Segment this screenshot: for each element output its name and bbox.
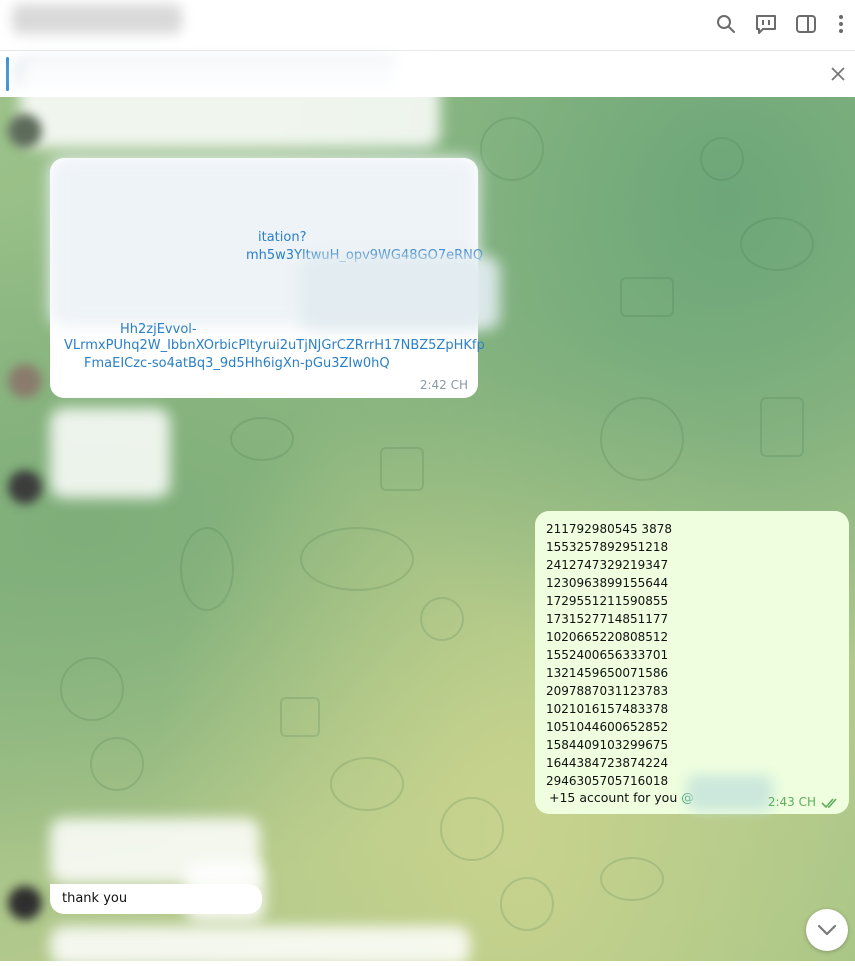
number-item: 1731527714851177 — [546, 612, 669, 626]
number-item: 1552400656333701 — [546, 648, 669, 662]
chat-header — [0, 0, 855, 51]
more-icon[interactable] — [829, 12, 853, 36]
outgoing-message[interactable]: 211792980545 3878 1553257892951218 24127… — [535, 511, 849, 814]
topics-icon[interactable] — [754, 12, 778, 36]
number-item: 2946305705716018 — [546, 774, 669, 788]
message-caption: +15 account for you @ — [549, 790, 694, 805]
link-line[interactable]: FmaEICzc-so4atBq3_9d5Hh6igXn-pGu3ZIw0hQ — [84, 354, 504, 373]
caption-text: +15 account for you — [549, 790, 678, 805]
avatar[interactable] — [8, 470, 42, 504]
number-item: 1051044600652852 — [546, 720, 669, 734]
number-item: 1644384723874224 — [546, 756, 669, 770]
number-item: 2097887031123783 — [546, 684, 669, 698]
link-line[interactable]: VLrmxPUhq2W_IbbnXOrbicPltyrui2uTjNJGrCZR… — [64, 336, 484, 355]
chat-title-blurred[interactable] — [12, 4, 182, 34]
mention-blurred — [687, 775, 773, 811]
number-item: 211792980545 3878 — [546, 522, 672, 536]
avatar[interactable] — [8, 886, 42, 920]
chevron-down-icon — [817, 924, 837, 936]
link-line[interactable]: itation? — [258, 228, 678, 247]
message-time: 2:42 CH — [419, 378, 468, 392]
blurred-image-message — [50, 408, 170, 498]
message-time: 2:43 CH — [767, 795, 816, 809]
search-icon[interactable] — [714, 12, 738, 36]
blurred-overlay — [185, 862, 265, 922]
number-item: 1729551211590855 — [546, 594, 669, 608]
number-item: 1021016157483378 — [546, 702, 669, 716]
number-item: 1020665220808512 — [546, 630, 669, 644]
number-list: 211792980545 3878 1553257892951218 24127… — [546, 520, 672, 790]
number-item: 1553257892951218 — [546, 540, 669, 554]
pinned-accent — [6, 57, 9, 91]
message-text: thank you — [62, 891, 128, 906]
avatar[interactable] — [8, 364, 42, 398]
scroll-down-button[interactable] — [806, 909, 848, 951]
number-item: 2412747329219347 — [546, 558, 669, 572]
avatar[interactable] — [8, 114, 42, 148]
double-check-icon — [821, 798, 837, 809]
number-item: 1230963899155644 — [546, 576, 669, 590]
number-item: 1321459650071586 — [546, 666, 669, 680]
close-icon[interactable] — [829, 65, 847, 83]
number-item: 1584409103299675 — [546, 738, 669, 752]
blurred-overlay — [300, 256, 500, 330]
sidebar-icon[interactable] — [794, 12, 818, 36]
blurred-message — [20, 58, 440, 148]
blurred-message — [50, 926, 470, 966]
